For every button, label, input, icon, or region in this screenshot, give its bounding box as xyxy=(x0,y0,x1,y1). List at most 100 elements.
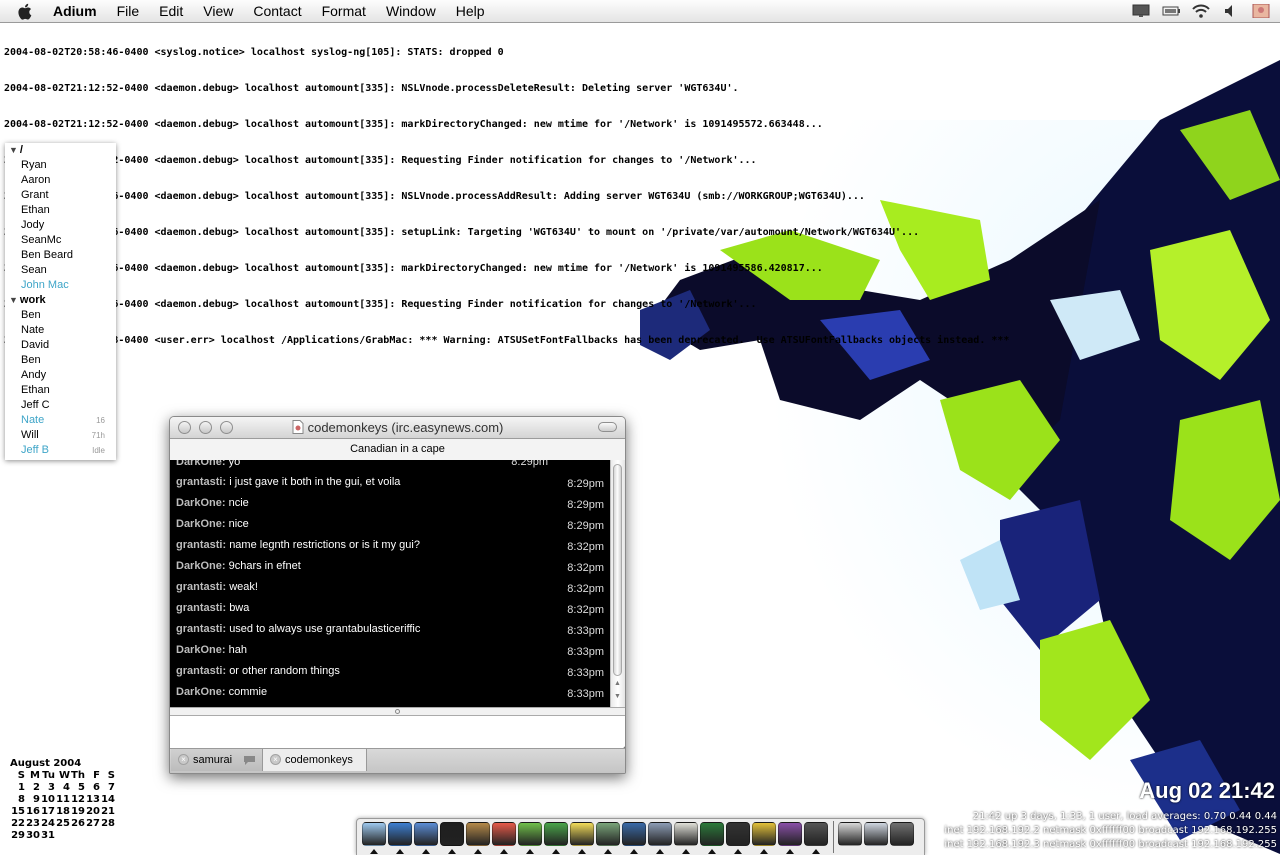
calendar-day: 3 xyxy=(48,782,55,793)
menu-bar: Adium File Edit View Contact Format Wind… xyxy=(0,0,1280,23)
ical-icon[interactable] xyxy=(492,822,516,846)
scroll-down-arrow-icon[interactable]: ▼ xyxy=(614,693,621,700)
calendar-title: August 2004 xyxy=(10,758,82,769)
buddy-item[interactable]: Sean xyxy=(5,263,116,278)
wifi-icon[interactable] xyxy=(1192,4,1210,18)
buddy-status: 16 xyxy=(96,416,105,425)
splitter-handle-icon[interactable] xyxy=(395,709,400,714)
menu-window[interactable]: Window xyxy=(386,3,436,19)
buddy-item[interactable]: Ryan xyxy=(5,158,116,173)
calendar-week: 1234567 xyxy=(10,782,115,794)
chat-message: DarkOne: nice 8:29pm xyxy=(176,518,604,532)
terminal-icon[interactable] xyxy=(440,822,464,846)
buddy-item[interactable]: SeanMc xyxy=(5,233,116,248)
group-root[interactable]: ▼ / xyxy=(5,143,116,158)
group-work[interactable]: ▼ work xyxy=(5,293,116,308)
close-tab-icon[interactable]: × xyxy=(178,754,189,765)
chat-message: DarkOne: yo 8:29pm xyxy=(176,460,548,468)
battery-icon[interactable] xyxy=(1162,4,1180,18)
user-icon[interactable] xyxy=(1252,4,1270,18)
buddy-item[interactable]: Grant xyxy=(5,188,116,203)
buddy-item[interactable]: David xyxy=(5,338,116,353)
calendar-day xyxy=(85,830,100,842)
running-indicator-icon xyxy=(682,849,690,854)
chat-message: DarkOne: 9chars in efnet 8:32pm xyxy=(176,560,604,574)
documents-folder-icon[interactable] xyxy=(838,822,862,846)
tab-samurai[interactable]: × samurai xyxy=(171,749,262,771)
running-indicator-icon xyxy=(552,849,560,854)
stickies-icon[interactable] xyxy=(570,822,594,846)
safari-icon[interactable] xyxy=(388,822,412,846)
menu-app-name[interactable]: Adium xyxy=(53,3,97,19)
calendar-week: 29 30 31 xyxy=(10,830,115,842)
calendar-day: 7 xyxy=(108,782,115,793)
console-icon[interactable] xyxy=(726,822,750,846)
scroll-up-arrow-icon[interactable]: ▲ xyxy=(614,680,621,687)
buddy-item[interactable]: Will 71h xyxy=(5,428,116,443)
menu-view[interactable]: View xyxy=(203,3,233,19)
menu-file[interactable]: File xyxy=(117,3,140,19)
log-line: 2004-08-02T21:12:52-0400 <daemon.debug> … xyxy=(4,155,757,166)
running-indicator-icon xyxy=(812,849,820,854)
bbedit-icon[interactable] xyxy=(700,822,724,846)
address-book-icon[interactable] xyxy=(466,822,490,846)
toolbar-toggle-button[interactable] xyxy=(598,422,617,432)
chat-message: grantasti: or other random things 8:33pm xyxy=(176,665,604,679)
disclosure-triangle-icon[interactable]: ▼ xyxy=(9,293,18,308)
buddy-item[interactable]: John Mac xyxy=(5,278,116,293)
window-titlebar[interactable]: codemonkeys (irc.easynews.com) xyxy=(170,417,625,439)
apple-menu-icon[interactable] xyxy=(17,3,39,20)
tab-codemonkeys[interactable]: × codemonkeys xyxy=(262,749,367,771)
weekday-label: W xyxy=(58,770,70,781)
close-tab-icon[interactable]: × xyxy=(270,754,281,765)
volume-icon[interactable] xyxy=(1222,4,1240,18)
quicktime-icon[interactable] xyxy=(622,822,646,846)
buddy-item[interactable]: Jeff B Idle xyxy=(5,443,116,458)
mail-icon[interactable] xyxy=(414,822,438,846)
buddy-item[interactable]: Ethan xyxy=(5,383,116,398)
buddy-item[interactable]: Ben Beard xyxy=(5,248,116,263)
transcript-scrollbar[interactable]: ▲ ▼ xyxy=(610,460,625,707)
running-indicator-icon xyxy=(578,849,586,854)
buddy-item[interactable]: Aaron xyxy=(5,173,116,188)
uptime-line: 21:42 up 3 days, 1:33, 1 user, load aver… xyxy=(972,811,1277,822)
weekday-label: M xyxy=(30,770,40,781)
adium-icon[interactable] xyxy=(752,822,776,846)
buddy-item[interactable]: Ethan xyxy=(5,203,116,218)
buddy-item[interactable]: Andy xyxy=(5,368,116,383)
menu-help[interactable]: Help xyxy=(456,3,485,19)
system-preferences-icon[interactable] xyxy=(648,822,672,846)
buddy-item[interactable]: Ben xyxy=(5,308,116,323)
pane-splitter[interactable] xyxy=(170,707,625,716)
textedit-icon[interactable] xyxy=(674,822,698,846)
itunes-icon[interactable] xyxy=(518,822,542,846)
activity-monitor-icon[interactable] xyxy=(596,822,620,846)
finder-icon[interactable] xyxy=(362,822,386,846)
x11-icon[interactable] xyxy=(544,822,568,846)
display-icon[interactable] xyxy=(1132,4,1150,18)
applications-folder-icon[interactable] xyxy=(864,822,888,846)
menu-contact[interactable]: Contact xyxy=(253,3,301,19)
buddy-item[interactable]: Jeff C xyxy=(5,398,116,413)
buddy-item[interactable]: Nate 16 xyxy=(5,413,116,428)
menu-edit[interactable]: Edit xyxy=(159,3,183,19)
calendar-day: 4 xyxy=(63,782,70,793)
message-input[interactable] xyxy=(170,716,625,752)
menu-format[interactable]: Format xyxy=(322,3,366,19)
trash-icon[interactable] xyxy=(890,822,914,846)
running-indicator-icon xyxy=(760,849,768,854)
inet-line: inet 192.168.192.2 netmask 0xffffff00 br… xyxy=(944,825,1277,836)
buddy-item[interactable]: Nate xyxy=(5,323,116,338)
ichat-icon[interactable] xyxy=(778,822,802,846)
chat-message: grantasti: bwa 8:32pm xyxy=(176,602,604,616)
chat-message: grantasti: i just gave it both in the gu… xyxy=(176,476,604,490)
buddy-item[interactable]: Ben xyxy=(5,353,116,368)
running-indicator-icon xyxy=(708,849,716,854)
calendar-day: 15 xyxy=(11,806,25,817)
calendar-day: 13 xyxy=(86,794,100,805)
buddy-item[interactable]: Jody xyxy=(5,218,116,233)
grab-icon[interactable] xyxy=(804,822,828,846)
disclosure-triangle-icon[interactable]: ▼ xyxy=(9,143,18,158)
scrollbar-thumb[interactable] xyxy=(613,464,622,676)
message-transcript[interactable]: DarkOne: yo 8:29pm grantasti: i just gave… xyxy=(170,460,610,707)
